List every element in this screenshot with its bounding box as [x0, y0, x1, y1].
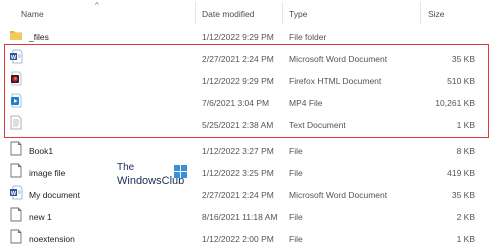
file-name: new 1 [29, 212, 52, 222]
file-type: File [289, 168, 303, 178]
generic-file-icon [10, 163, 22, 178]
file-date-modified: 5/25/2021 2:38 AM [202, 120, 274, 130]
file-size: 2 KB [456, 212, 475, 222]
file-row-image-file[interactable]: image file 1/12/2022 3:25 PM File 419 KB [0, 163, 500, 184]
file-row-noextension[interactable]: noextension 1/12/2022 2:00 PM File 1 KB [0, 229, 500, 250]
column-header-bar: ^ Name Date modified Type Size [0, 0, 500, 26]
file-type: File [289, 234, 303, 244]
file-size: 1 KB [456, 234, 475, 244]
file-date-modified: 7/6/2021 3:04 PM [202, 98, 270, 108]
file-name: image file [29, 168, 66, 178]
file-row[interactable]: 5/25/2021 2:38 AM Text Document 1 KB [0, 115, 500, 136]
column-header-date-modified[interactable]: Date modified [202, 9, 254, 19]
file-type: Firefox HTML Document [289, 76, 382, 86]
column-header-name[interactable]: Name [21, 9, 44, 19]
file-type: File [289, 212, 303, 222]
file-row-my-document[interactable]: W My document 2/27/2021 2:24 PM Microsof… [0, 185, 500, 206]
word-document-icon: W [10, 185, 23, 200]
file-type: Microsoft Word Document [289, 190, 388, 200]
windows-logo-icon [174, 165, 187, 178]
file-type: File [289, 146, 303, 156]
file-date-modified: 1/12/2022 2:00 PM [202, 234, 274, 244]
file-row[interactable]: 1/12/2022 9:29 PM Firefox HTML Document … [0, 71, 500, 92]
file-size: 35 KB [451, 54, 475, 64]
file-name: noextension [29, 234, 75, 244]
column-divider[interactable] [282, 2, 283, 24]
file-row[interactable]: 7/6/2021 3:04 PM MP4 File 10,261 KB [0, 93, 500, 114]
file-date-modified: 1/12/2022 3:25 PM [202, 168, 274, 178]
file-type: Text Document [289, 120, 346, 130]
file-row-book1[interactable]: Book1 1/12/2022 3:27 PM File 8 KB [0, 141, 500, 162]
sort-ascending-icon[interactable]: ^ [95, 1, 99, 10]
column-divider[interactable] [195, 2, 196, 24]
column-divider[interactable] [420, 2, 421, 24]
column-header-type[interactable]: Type [289, 9, 307, 19]
file-date-modified: 1/12/2022 9:29 PM [202, 76, 274, 86]
word-document-icon: W [10, 49, 23, 64]
file-row-new-1[interactable]: new 1 8/16/2021 11:18 AM File 2 KB [0, 207, 500, 228]
file-size: 510 KB [447, 76, 475, 86]
file-name: _files [29, 32, 49, 42]
generic-file-icon [10, 141, 22, 156]
svg-text:W: W [11, 191, 17, 197]
file-type: File folder [289, 32, 327, 42]
column-header-size[interactable]: Size [428, 9, 445, 19]
file-type: Microsoft Word Document [289, 54, 388, 64]
file-size: 1 KB [456, 120, 475, 130]
text-document-icon [10, 115, 22, 130]
file-size: 8 KB [456, 146, 475, 156]
watermark-line1: The [117, 162, 135, 173]
file-date-modified: 1/12/2022 9:29 PM [202, 32, 274, 42]
file-name: My document [29, 190, 81, 200]
file-date-modified: 2/27/2021 2:24 PM [202, 54, 274, 64]
file-size: 419 KB [447, 168, 475, 178]
svg-text:W: W [11, 55, 17, 61]
file-size: 35 KB [451, 190, 475, 200]
file-type: MP4 File [289, 98, 323, 108]
folder-icon [10, 31, 22, 40]
firefox-html-icon [11, 71, 22, 86]
file-size: 10,261 KB [435, 98, 475, 108]
file-date-modified: 8/16/2021 11:18 AM [202, 212, 278, 222]
file-row-files-folder[interactable]: _files 1/12/2022 9:29 PM File folder [0, 27, 500, 48]
file-date-modified: 2/27/2021 2:24 PM [202, 190, 274, 200]
file-row[interactable]: W 2/27/2021 2:24 PM Microsoft Word Docum… [0, 49, 500, 70]
file-date-modified: 1/12/2022 3:27 PM [202, 146, 274, 156]
file-name: Book1 [29, 146, 54, 156]
thewindowsclub-watermark: The WindowsClub [117, 162, 187, 192]
generic-file-icon [10, 229, 22, 244]
generic-file-icon [10, 207, 22, 222]
mp4-video-icon [11, 93, 22, 108]
